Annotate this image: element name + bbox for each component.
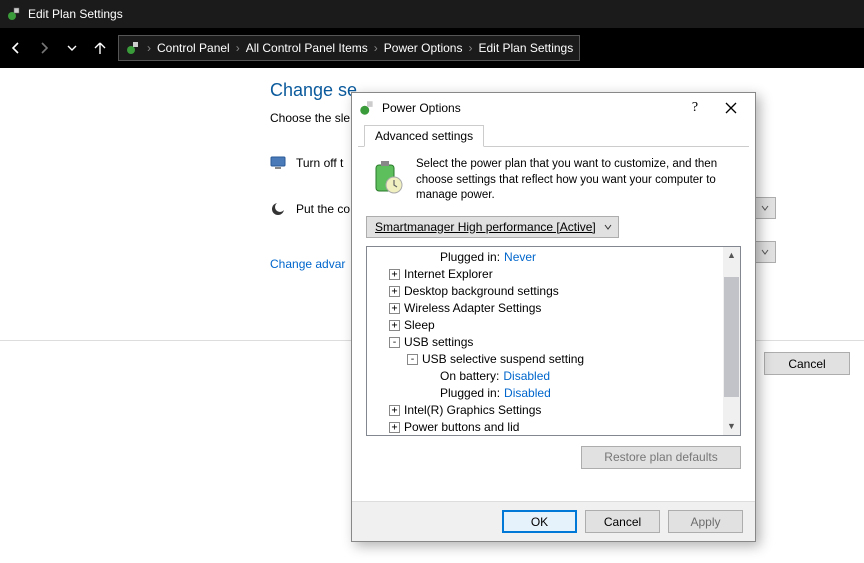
cancel-button[interactable]: Cancel [585, 510, 660, 533]
chevron-right-icon: › [468, 41, 472, 55]
chevron-right-icon: › [374, 41, 378, 55]
tree-label: Wireless Adapter Settings [404, 301, 541, 315]
scroll-down-icon[interactable]: ▼ [723, 418, 740, 435]
up-button[interactable] [90, 38, 110, 58]
dialog-button-row: OK Cancel Apply [352, 501, 755, 541]
power-plan-dropdown[interactable]: Smartmanager High performance [Active] [366, 216, 619, 238]
power-options-dialog: Power Options ? Advanced settings Select… [351, 92, 756, 542]
chevron-down-icon [604, 223, 612, 231]
dialog-icon [358, 99, 376, 117]
window-titlebar: Edit Plan Settings [0, 0, 864, 28]
display-dropdown-partial[interactable] [754, 197, 776, 219]
breadcrumb-seg-3[interactable]: Power Options [384, 41, 463, 55]
nav-toolbar: › Control Panel › All Control Panel Item… [0, 28, 864, 68]
expand-icon[interactable]: + [389, 320, 400, 331]
tree-label: Plugged in: [440, 250, 500, 264]
restore-defaults-label: Restore plan defaults [604, 450, 717, 464]
tree-node-plugged-in-never[interactable]: Plugged in: Never [371, 249, 740, 266]
ok-button[interactable]: OK [502, 510, 577, 533]
location-icon [125, 40, 141, 56]
dialog-tabstrip: Advanced settings [358, 123, 749, 147]
ok-label: OK [531, 515, 548, 529]
tree-node-usb-settings[interactable]: -USB settings [371, 334, 740, 351]
scroll-up-icon[interactable]: ▲ [723, 247, 740, 264]
tree-label: Plugged in: [440, 386, 500, 400]
tree-node-wireless-adapter[interactable]: + Wireless Adapter Settings [371, 300, 740, 317]
scroll-thumb[interactable] [724, 277, 739, 397]
window-title: Edit Plan Settings [28, 7, 123, 21]
chevron-right-icon: › [236, 41, 240, 55]
breadcrumb-bar[interactable]: › Control Panel › All Control Panel Item… [118, 35, 580, 61]
expand-icon[interactable]: + [389, 405, 400, 416]
tree-node-on-battery[interactable]: On battery: Disabled [371, 368, 740, 385]
breadcrumb-seg-4[interactable]: Edit Plan Settings [478, 41, 573, 55]
forward-button[interactable] [34, 38, 54, 58]
tree-scrollbar[interactable]: ▲ ▼ [723, 247, 740, 435]
moon-icon [270, 201, 286, 217]
expand-icon[interactable]: + [389, 269, 400, 280]
chevron-right-icon: › [147, 41, 151, 55]
sleep-dropdown-partial[interactable] [754, 241, 776, 263]
recent-locations-button[interactable] [62, 38, 82, 58]
tree-label: Internet Explorer [404, 267, 493, 281]
advanced-settings-link[interactable]: Change advar [270, 257, 345, 271]
close-button[interactable] [713, 96, 749, 120]
battery-icon [366, 157, 406, 202]
apply-button[interactable]: Apply [668, 510, 743, 533]
app-icon [6, 6, 22, 22]
turn-off-display-label: Turn off t [296, 156, 343, 170]
tree-value[interactable]: Disabled [504, 386, 551, 400]
tree-value[interactable]: Never [504, 250, 536, 264]
tree-value[interactable]: Disabled [503, 369, 550, 383]
power-plan-selected: Smartmanager High performance [Active] [375, 220, 596, 234]
tree-label: Intel(R) Graphics Settings [404, 403, 541, 417]
breadcrumb-seg-2[interactable]: All Control Panel Items [246, 41, 368, 55]
expand-icon[interactable]: + [389, 286, 400, 297]
dialog-description: Select the power plan that you want to c… [416, 157, 741, 204]
collapse-icon[interactable]: - [389, 337, 400, 348]
tree-label: On battery: [440, 369, 499, 383]
tree-node-sleep[interactable]: + Sleep [371, 317, 740, 334]
tree-label: USB settings [404, 335, 473, 349]
tab-label: Advanced settings [375, 129, 473, 143]
page-cancel-label: Cancel [788, 357, 825, 371]
cancel-label: Cancel [604, 515, 641, 529]
tree-node-internet-explorer[interactable]: + Internet Explorer [371, 266, 740, 283]
tree-node-intel-graphics[interactable]: + Intel(R) Graphics Settings [371, 402, 740, 419]
sleep-label: Put the co [296, 202, 350, 216]
monitor-icon [270, 155, 286, 171]
expand-icon[interactable]: + [389, 422, 400, 433]
tree-label: Desktop background settings [404, 284, 559, 298]
expand-icon[interactable]: + [389, 303, 400, 314]
tree-node-desktop-background[interactable]: + Desktop background settings [371, 283, 740, 300]
tree-label: USB selective suspend setting [422, 352, 584, 366]
back-button[interactable] [6, 38, 26, 58]
page-cancel-button[interactable]: Cancel [764, 352, 850, 375]
restore-defaults-button[interactable]: Restore plan defaults [581, 446, 741, 469]
dialog-title: Power Options [382, 101, 461, 115]
tree-label: Power buttons and lid [404, 420, 519, 434]
tab-advanced-settings[interactable]: Advanced settings [364, 125, 484, 147]
tree-label: Sleep [404, 318, 435, 332]
settings-tree[interactable]: Plugged in: Never + Internet Explorer + Des… [366, 246, 741, 436]
tree-node-plugged-in[interactable]: Plugged in: Disabled [371, 385, 740, 402]
tree-node-power-buttons-lid[interactable]: + Power buttons and lid [371, 419, 740, 436]
dialog-titlebar[interactable]: Power Options ? [352, 93, 755, 123]
breadcrumb-seg-1[interactable]: Control Panel [157, 41, 230, 55]
help-button[interactable]: ? [677, 96, 713, 120]
collapse-icon[interactable]: - [407, 354, 418, 365]
apply-label: Apply [690, 515, 720, 529]
tree-node-usb-selective-suspend[interactable]: -USB selective suspend setting [371, 351, 740, 368]
